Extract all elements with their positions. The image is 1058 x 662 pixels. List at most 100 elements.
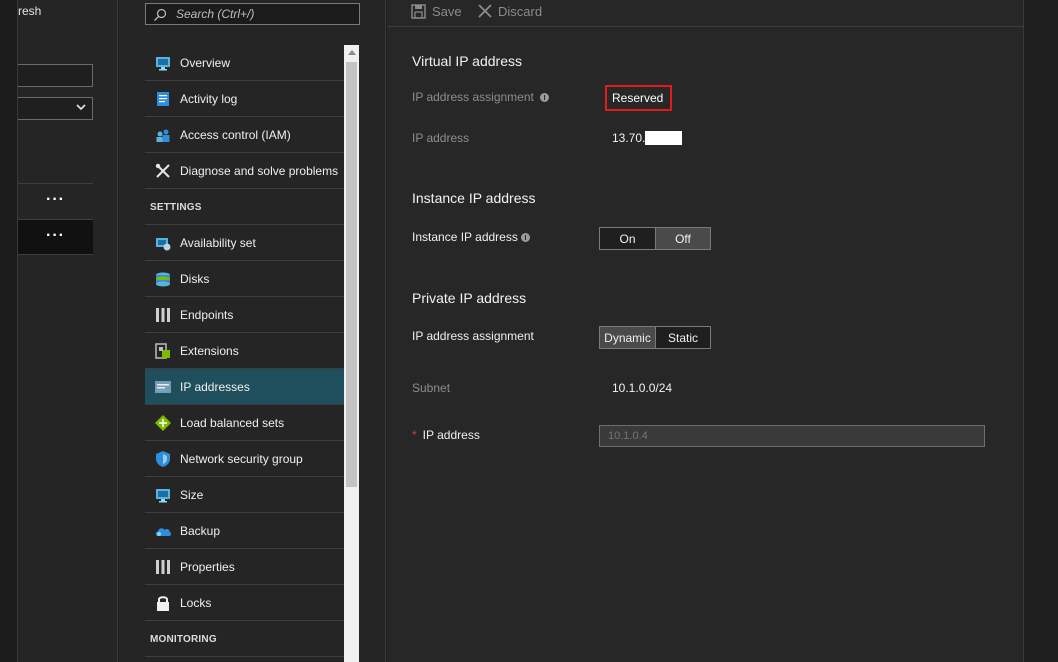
vip-assignment-label: IP address assignment — [412, 90, 549, 104]
menu-item-label: Endpoints — [180, 307, 234, 322]
list-row-selected[interactable]: ··· — [18, 219, 93, 255]
properties-icon — [156, 559, 170, 574]
resource-menu-list: Overview Activity log Access control (IA… — [145, 45, 344, 657]
menu-item-label: Extensions — [180, 343, 239, 358]
menu-item-activity-log[interactable]: Activity log — [145, 81, 344, 117]
private-ip-address-label: * IP address — [412, 428, 480, 442]
ip-addresses-blade: Save Discard Virtual IP address IP addre… — [387, 0, 1023, 662]
menu-item-label: Backup — [180, 523, 221, 538]
menu-item-label: Availability set — [180, 235, 256, 250]
vip-address-label: IP address — [412, 131, 470, 145]
menu-item-label: Size — [180, 487, 204, 502]
private-ip-static-option[interactable]: Static — [655, 327, 710, 348]
search-icon — [154, 8, 167, 21]
cloud-backup-icon — [155, 527, 172, 536]
subnet-value: 10.1.0.0/24 — [612, 381, 673, 395]
more-options-icon[interactable]: ··· — [46, 192, 65, 208]
outer-blade-edge — [0, 0, 18, 662]
close-icon — [478, 4, 492, 18]
filter-select[interactable] — [18, 97, 93, 120]
menu-item-extensions[interactable]: Extensions — [145, 333, 344, 369]
save-icon — [411, 3, 426, 19]
required-asterisk: * — [412, 428, 417, 442]
availability-set-icon — [156, 237, 171, 250]
menu-item-locks[interactable]: Locks — [145, 585, 344, 621]
discard-button[interactable]: Discard — [478, 1, 542, 21]
more-options-icon[interactable]: ··· — [46, 228, 65, 244]
ip-addresses-icon — [155, 380, 171, 393]
menu-search-input[interactable] — [176, 6, 356, 22]
menu-item-label: Activity log — [180, 91, 238, 106]
scrollbar-thumb[interactable] — [346, 62, 357, 487]
vip-assignment-value-highlight: Reserved — [605, 85, 672, 111]
private-ip-assignment-toggle: Dynamic Static — [599, 326, 711, 349]
menu-item-label: Load balanced sets — [180, 415, 285, 430]
menu-item-network-security-group[interactable]: Network security group — [145, 441, 344, 477]
menu-item-label: Network security group — [180, 451, 303, 466]
overview-icon — [156, 56, 170, 70]
vm-list-blade: resh ··· ··· — [18, 0, 118, 662]
private-ip-section-title: Private IP address — [412, 290, 527, 306]
instance-ip-toggle: On Off — [599, 227, 711, 250]
menu-item-endpoints[interactable]: Endpoints — [145, 297, 344, 333]
menu-item-label: Overview — [180, 55, 231, 70]
right-gutter — [1023, 0, 1058, 662]
load-balanced-sets-icon — [155, 414, 171, 431]
instance-ip-off-option[interactable]: Off — [655, 228, 710, 249]
save-label: Save — [432, 3, 462, 19]
info-icon[interactable] — [520, 232, 530, 242]
private-ip-dynamic-option[interactable]: Dynamic — [600, 327, 655, 348]
list-row[interactable]: ··· — [18, 183, 93, 219]
settings-section-header: SETTINGS — [145, 189, 344, 225]
menu-item-label: Disks — [180, 271, 210, 286]
lock-icon — [157, 595, 169, 611]
menu-item-label: Diagnose and solve problems — [180, 163, 339, 178]
redaction-mask — [645, 131, 682, 145]
virtual-ip-section-title: Virtual IP address — [412, 53, 522, 69]
vip-assignment-label-text: IP address assignment — [412, 90, 534, 104]
resource-menu-blade: Overview Activity log Access control (IA… — [119, 0, 386, 662]
access-control-icon — [156, 129, 170, 142]
menu-item-load-balanced-sets[interactable]: Load balanced sets — [145, 405, 344, 441]
menu-item-backup[interactable]: Backup — [145, 513, 344, 549]
filter-input[interactable] — [18, 64, 93, 87]
endpoints-icon — [156, 307, 170, 322]
menu-item-access-control[interactable]: Access control (IAM) — [145, 117, 344, 153]
menu-item-properties[interactable]: Properties — [145, 549, 344, 585]
monitoring-section-header: MONITORING — [145, 621, 344, 657]
menu-item-label: Locks — [180, 595, 212, 610]
wrench-icon — [155, 163, 170, 178]
discard-label: Discard — [498, 3, 543, 19]
shield-icon — [156, 450, 170, 467]
subnet-label: Subnet — [412, 381, 451, 395]
private-ip-address-input[interactable] — [599, 425, 985, 447]
instance-ip-section-title: Instance IP address — [412, 190, 536, 206]
menu-item-disks[interactable]: Disks — [145, 261, 344, 297]
disks-icon — [156, 272, 170, 286]
menu-item-size[interactable]: Size — [145, 477, 344, 513]
save-button[interactable]: Save — [411, 1, 462, 21]
menu-item-label: Properties — [180, 559, 235, 574]
menu-scrollbar[interactable] — [344, 45, 359, 662]
activity-log-icon — [157, 91, 169, 106]
size-icon — [156, 488, 170, 502]
vip-assignment-value: Reserved — [612, 91, 664, 105]
instance-ip-on-option[interactable]: On — [600, 228, 655, 249]
menu-item-diagnose[interactable]: Diagnose and solve problems — [145, 153, 344, 189]
menu-item-overview[interactable]: Overview — [145, 45, 344, 81]
menu-item-availability-set[interactable]: Availability set — [145, 225, 344, 261]
chevron-down-icon — [76, 104, 86, 111]
instance-ip-label: Instance IP address — [412, 230, 530, 244]
refresh-button[interactable]: resh — [18, 4, 41, 18]
menu-search-box[interactable] — [145, 3, 360, 25]
menu-item-label: Access control (IAM) — [180, 127, 291, 142]
menu-item-label: IP addresses — [180, 379, 250, 394]
private-ip-address-label-text: IP address — [422, 428, 480, 442]
menu-item-ip-addresses[interactable]: IP addresses — [145, 369, 344, 405]
scroll-up-arrow-icon[interactable] — [348, 50, 356, 55]
extensions-icon — [155, 342, 170, 359]
command-bar: Save Discard — [387, 0, 1023, 27]
private-ip-assignment-label: IP address assignment — [412, 329, 534, 343]
info-icon[interactable] — [539, 92, 549, 102]
instance-ip-label-text: Instance IP address — [412, 230, 518, 244]
